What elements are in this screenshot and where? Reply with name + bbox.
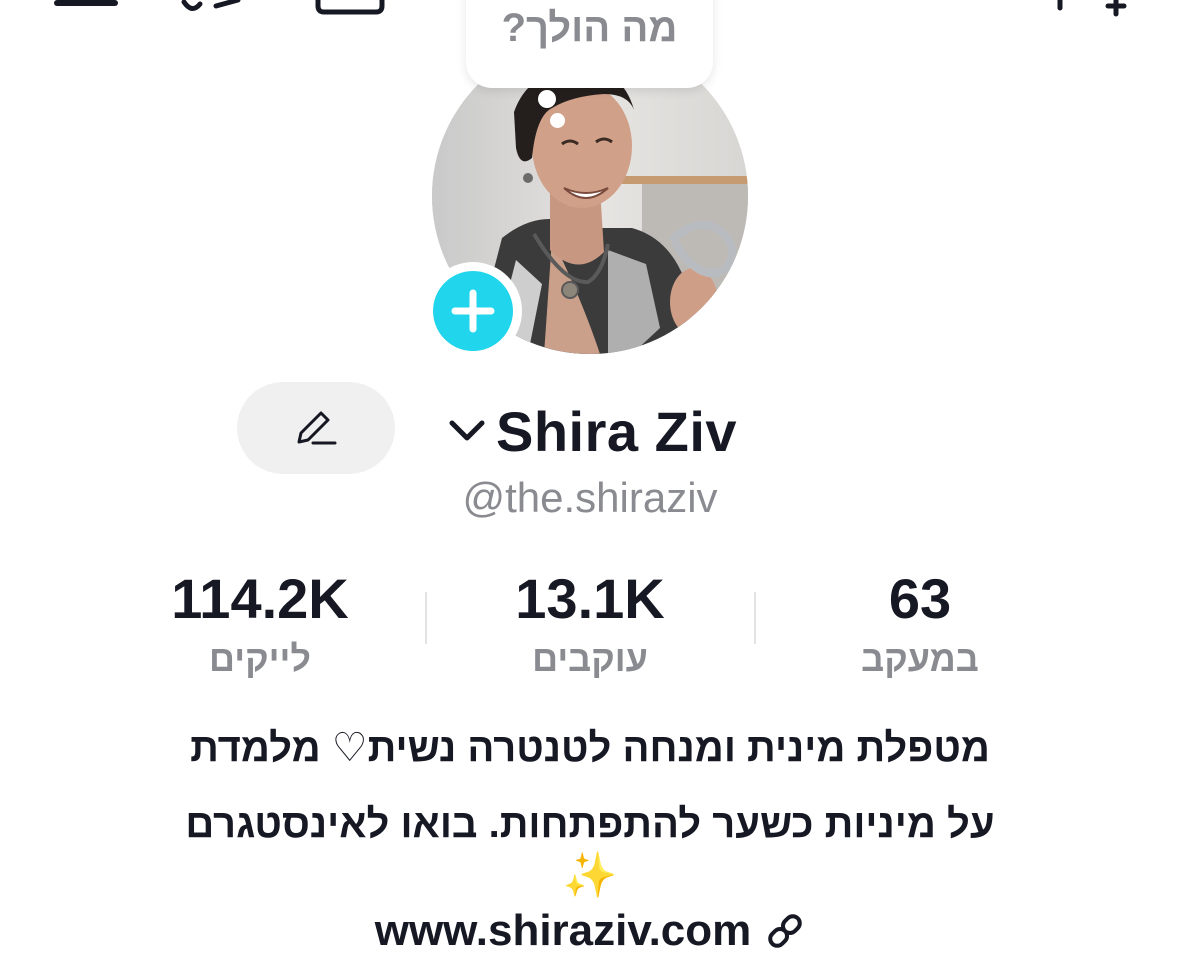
followers-label: עוקבים — [532, 638, 648, 679]
status-bubble-text: מה הולך? — [501, 6, 678, 50]
likes-count: 114.2K — [171, 567, 349, 630]
website-link[interactable]: www.shiraziv.com — [300, 906, 880, 956]
followers-stat[interactable]: 13.1K עוקבים — [440, 566, 740, 684]
bubble-tail — [538, 90, 556, 108]
status-bubble[interactable]: מה הולך? — [466, 0, 713, 88]
pencil-icon — [297, 411, 337, 445]
likes-stat[interactable]: 114.2K לייקים — [110, 566, 410, 684]
plus-icon — [451, 289, 495, 333]
bubble-tail-dot — [550, 113, 565, 128]
link-icon — [768, 914, 803, 948]
stat-divider — [425, 592, 427, 644]
chevron-down-icon — [449, 420, 485, 441]
calendar-icon[interactable] — [314, 0, 390, 16]
profile-screen: מה הולך? Shira Ziv @the.shiraziv 114.2K … — [0, 0, 1179, 972]
website-text: www.shiraziv.com — [374, 906, 752, 955]
following-label: במעקב — [861, 638, 979, 679]
likes-label: לייקים — [209, 638, 311, 679]
edit-profile-button[interactable] — [237, 382, 395, 474]
bio-line: מטפלת מינית ומנחה לטנטרה נשית♡ מלמדת — [190, 726, 990, 770]
add-story-button[interactable] — [424, 262, 522, 360]
menu-icon[interactable] — [52, 0, 122, 12]
display-name: Shira Ziv — [496, 399, 738, 463]
following-count: 63 — [888, 567, 952, 630]
stat-divider — [754, 592, 756, 644]
username: @the.shiraziv — [462, 474, 718, 521]
followers-count: 13.1K — [515, 567, 665, 630]
add-friend-icon[interactable] — [1056, 0, 1136, 20]
account-switcher[interactable]: Shira Ziv — [446, 396, 737, 466]
bio: מטפלת מינית ומנחה לטנטרה נשית♡ מלמדת על … — [120, 710, 1060, 904]
following-stat[interactable]: 63 במעקב — [770, 566, 1070, 684]
footprint-icon[interactable] — [180, 0, 250, 20]
